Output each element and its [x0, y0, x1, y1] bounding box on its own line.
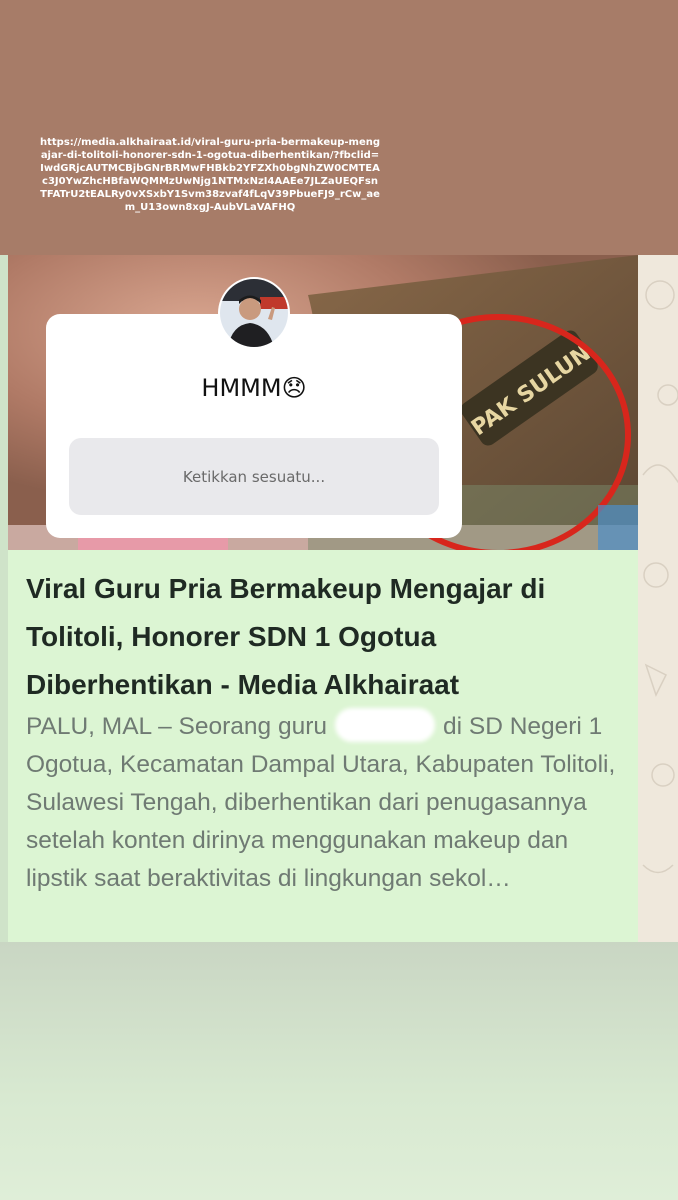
wallpaper-doodles: [642, 280, 678, 874]
article-description: PALU, MAL – Seorang guru di SD Negeri 1 O…: [26, 708, 631, 898]
chat-wallpaper-strip: [638, 255, 678, 942]
link-url-text[interactable]: https://media.alkhairaat.id/viral-guru-p…: [40, 136, 380, 214]
story-background-bottom: [0, 942, 678, 1200]
story-background-top: [0, 0, 678, 255]
profile-photo-icon: [220, 279, 288, 347]
description-lead: PALU, MAL – Seorang guru: [26, 713, 327, 740]
avatar: [220, 279, 288, 347]
answer-input[interactable]: [69, 438, 439, 515]
question-sticker[interactable]: HMMM😞: [46, 314, 462, 538]
redaction-blur: [334, 708, 435, 742]
answer-field-container[interactable]: [69, 438, 439, 515]
article-headline[interactable]: Viral Guru Pria Bermakeup Mengajar di To…: [26, 565, 616, 709]
question-title: HMMM😞: [201, 374, 307, 402]
